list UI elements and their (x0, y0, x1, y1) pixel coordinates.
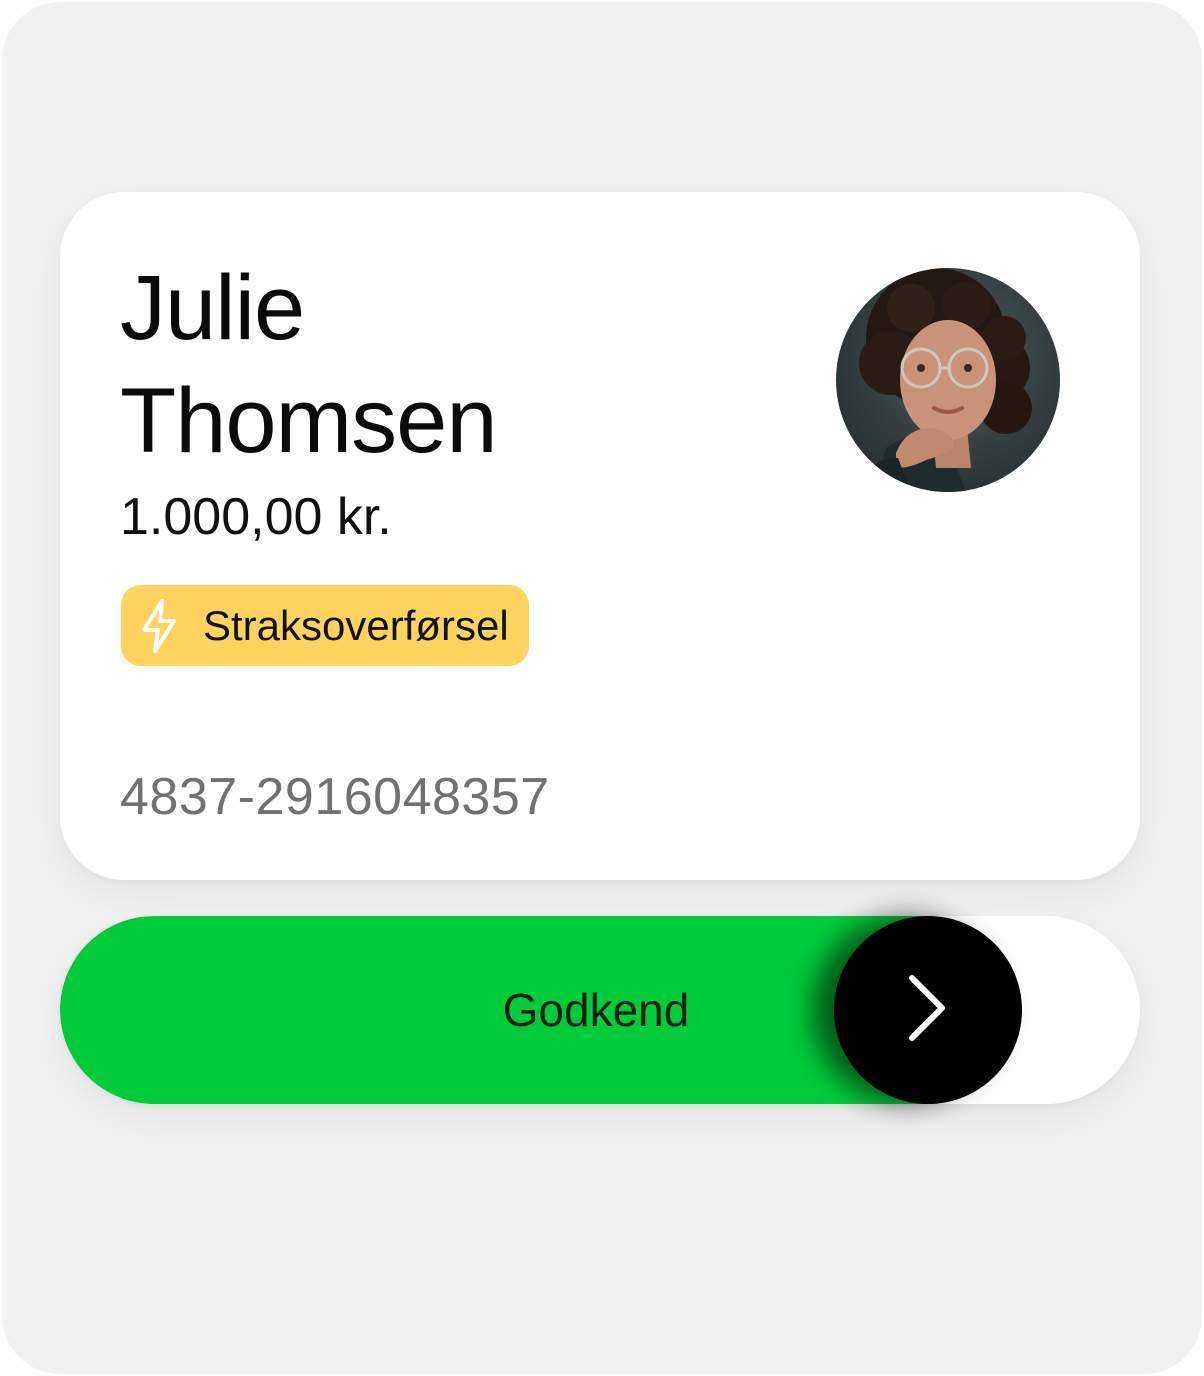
recipient-name: Julie Thomsen (120, 252, 497, 478)
badge-label: Straksoverførsel (203, 601, 509, 649)
recipient-last-name: Thomsen (120, 370, 497, 472)
instant-transfer-badge: Straksoverførsel (121, 585, 529, 666)
avatar (836, 268, 1060, 492)
chevron-right-icon (906, 972, 950, 1049)
slider-knob[interactable] (834, 916, 1022, 1104)
lightning-icon (139, 598, 179, 654)
transfer-amount: 1.000,00 kr. (120, 488, 392, 546)
account-number: 4837-2916048357 (120, 768, 550, 826)
recipient-first-name: Julie (120, 257, 305, 359)
